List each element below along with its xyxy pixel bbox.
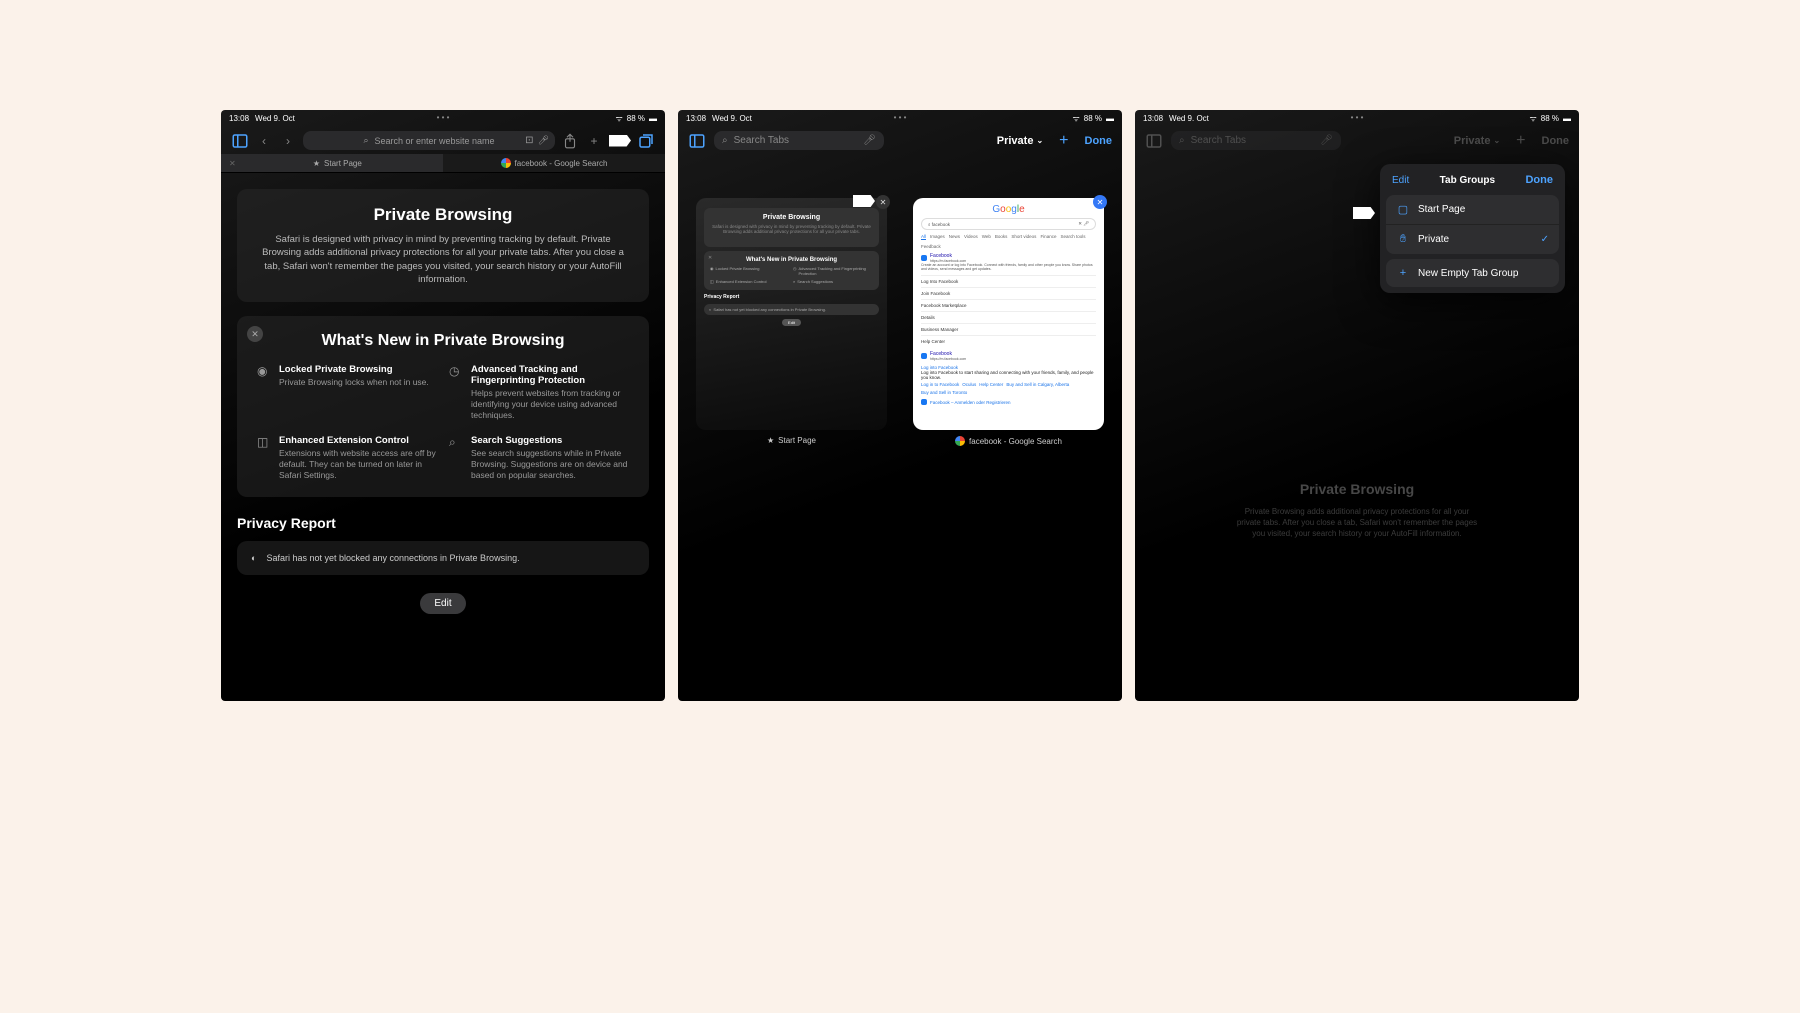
wifi-icon: ᯤ (1529, 113, 1536, 124)
tab-card-start-page[interactable]: ✕ Private Browsing Safari is designed wi… (696, 198, 887, 446)
wifi-icon: ᯤ (615, 113, 622, 124)
background-content: Private Browsing Private Browsing adds a… (1232, 480, 1482, 539)
mic-icon[interactable]: 🎤︎ (538, 135, 549, 146)
toolbar: ‹ › ⌕ Search or enter website name ⊡ 🎤︎ … (221, 127, 665, 154)
done-button: Done (1542, 135, 1570, 147)
google-favicon (501, 158, 511, 168)
screen-2-tab-overview: • • • 13:08Wed 9. Oct ᯤ88 %▬ ⌕ Search Ta… (678, 110, 1122, 701)
fingerprint-icon: ◉ (257, 364, 271, 378)
close-tab-icon[interactable]: ✕ (1093, 195, 1107, 209)
url-bar[interactable]: ⌕ Search or enter website name ⊡ 🎤︎ (303, 131, 555, 150)
tab-group-private[interactable]: ✋︎ Private ✓ (1386, 224, 1559, 254)
callout-pointer (609, 135, 631, 147)
new-tab-icon[interactable]: + (585, 132, 603, 150)
status-time: 13:08 (229, 114, 249, 123)
close-tab-icon[interactable]: ✕ (876, 195, 890, 209)
whats-new-title: What's New in Private Browsing (257, 332, 629, 350)
new-tab-button[interactable]: + (1059, 132, 1068, 150)
sidebar-icon[interactable] (231, 132, 249, 150)
tab-group-start-page[interactable]: ▢ Start Page (1386, 195, 1559, 224)
url-placeholder: Search or enter website name (374, 136, 494, 146)
plus-icon: + (1396, 267, 1410, 279)
callout-pointer (1353, 207, 1375, 219)
star-icon: ★ (767, 436, 774, 445)
search-icon: ⌕ (1179, 135, 1185, 146)
google-favicon (955, 436, 965, 446)
popover-done-button[interactable]: Done (1525, 174, 1553, 186)
tab-facebook[interactable]: facebook - Google Search (443, 154, 665, 172)
new-tab-button: + (1516, 132, 1525, 150)
tab-groups-popover: Edit Tab Groups Done ▢ Start Page ✋︎ Pri… (1380, 164, 1565, 293)
feature-extensions: ◫ Enhanced Extension ControlExtensions w… (257, 435, 437, 481)
forward-icon: › (279, 132, 297, 150)
popover-edit-button[interactable]: Edit (1392, 175, 1409, 186)
screen-1-private-browsing: • • • 13:08 Wed 9. Oct ᯤ 88 % ▬ ‹ › ⌕ Se… (221, 110, 665, 701)
search-icon: ⌕ (449, 435, 463, 449)
checkmark-icon: ✓ (1541, 234, 1549, 245)
wifi-icon: ᯤ (1072, 113, 1079, 124)
sidebar-icon[interactable] (688, 132, 706, 150)
whats-new-card: ✕ What's New in Private Browsing ◉ Locke… (237, 316, 649, 497)
tabs-icon[interactable] (637, 132, 655, 150)
private-browsing-card: Private Browsing Safari is designed with… (237, 189, 649, 302)
pb-title: Private Browsing (257, 205, 629, 225)
share-icon[interactable] (561, 132, 579, 150)
edit-button[interactable]: Edit (420, 593, 465, 614)
status-date: Wed 9. Oct (255, 114, 295, 123)
tab-card-facebook[interactable]: ✕ Google ⌕ facebook✕ 🎤︎ AllImagesNewsVid… (913, 198, 1104, 446)
tab-close-icon[interactable]: ✕ (225, 159, 236, 168)
search-tabs-input[interactable]: ⌕ Search Tabs 🎤︎ (714, 131, 884, 150)
window-icon: ▢ (1396, 203, 1410, 216)
feature-locked: ◉ Locked Private BrowsingPrivate Browsin… (257, 364, 437, 421)
battery-icon: ▬ (1563, 114, 1571, 123)
search-icon: ⌕ (363, 135, 368, 146)
battery-icon: ▬ (649, 114, 657, 123)
search-icon: ⌕ (722, 135, 728, 146)
sidebar-icon (1145, 132, 1163, 150)
done-button[interactable]: Done (1085, 135, 1113, 147)
search-tabs-input: ⌕ Search Tabs 🎤︎ (1171, 131, 1341, 150)
tab-bar: ✕ ★ Start Page facebook - Google Search (221, 154, 665, 173)
feature-tracking: ◷ Advanced Tracking and Fingerprinting P… (449, 364, 629, 421)
multitask-dots[interactable]: • • • (894, 113, 907, 122)
multitask-dots[interactable]: • • • (437, 113, 450, 122)
battery-percent: 88 % (627, 114, 645, 123)
puzzle-icon: ◫ (257, 435, 271, 449)
back-icon: ‹ (255, 132, 273, 150)
battery-icon: ▬ (1106, 114, 1114, 123)
popover-title: Tab Groups (1440, 175, 1495, 186)
callout-pointer (853, 195, 875, 207)
privacy-report-row[interactable]: ◐ Safari has not yet blocked any connect… (237, 541, 649, 575)
mic-icon[interactable]: 🎤︎ (863, 135, 876, 146)
private-dropdown: Private⌄ (1454, 135, 1500, 147)
clock-icon: ◷ (449, 364, 463, 378)
hide-distractions-icon[interactable]: ⊡ (525, 135, 533, 146)
pb-desc: Safari is designed with privacy in mind … (257, 233, 629, 286)
privacy-report-heading: Privacy Report (237, 515, 649, 531)
toolbar: ⌕ Search Tabs 🎤︎ Private⌄ + Done (1135, 127, 1579, 154)
feature-search: ⌕ Search SuggestionsSee search suggestio… (449, 435, 629, 481)
mic-icon: 🎤︎ (1320, 135, 1333, 146)
private-dropdown[interactable]: Private⌄ (997, 135, 1043, 147)
toolbar: ⌕ Search Tabs 🎤︎ Private⌄ + Done (678, 127, 1122, 154)
screen-3-tab-groups: • • • 13:08Wed 9. Oct ᯤ88 %▬ ⌕ Search Ta… (1135, 110, 1579, 701)
hand-icon: ✋︎ (1396, 233, 1410, 246)
star-icon: ★ (313, 159, 320, 168)
chevron-down-icon: ⌄ (1036, 136, 1043, 145)
new-tab-group-button[interactable]: + New Empty Tab Group (1386, 259, 1559, 287)
multitask-dots[interactable]: • • • (1351, 113, 1364, 122)
tab-start-page[interactable]: ✕ ★ Start Page (221, 154, 443, 172)
shield-icon: ◐ (251, 553, 256, 563)
